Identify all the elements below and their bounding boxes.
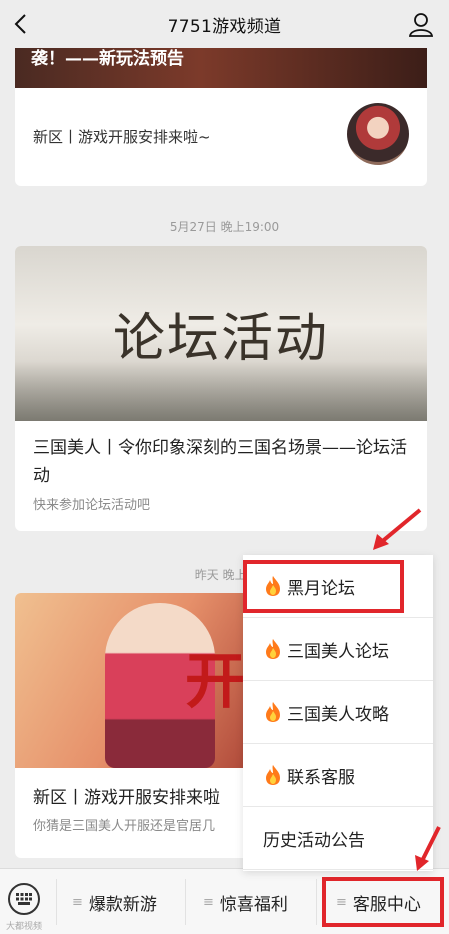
menu-item-sanguo-guide[interactable]: 三国美人攻略 (243, 681, 433, 744)
tab-hot-new-games[interactable]: ≡ 爆款新游 (72, 869, 157, 934)
article-subtitle: 快来参加论坛活动吧 (33, 498, 151, 513)
tab-label: 惊喜福利 (219, 894, 288, 915)
fire-icon (266, 702, 280, 722)
user-profile-icon[interactable] (407, 10, 435, 38)
divider (56, 879, 57, 925)
menu-item-sanguo-forum[interactable]: 三国美人论坛 (243, 618, 433, 681)
submenu-popup: 黑月论坛 三国美人论坛 三国美人攻略 联系客服 历史活动公告 (243, 555, 433, 871)
article-banner-image: 袭！——新玩法预告 (15, 48, 427, 88)
fire-icon (266, 765, 280, 785)
bottom-menu-bar: ≡ 爆款新游 ≡ 惊喜福利 ≡ 客服中心 大都视频 (0, 868, 449, 934)
timestamp: 5月27日 晚上19:00 (169, 220, 280, 234)
menu-item-history-announcements[interactable]: 历史活动公告 (243, 807, 433, 870)
article-title: 新区丨游戏开服安排来啦~ (33, 128, 211, 146)
top-nav-bar: 7751游戏频道 (0, 0, 449, 48)
divider (316, 879, 317, 925)
menu-item-label: 黑月论坛 (287, 578, 355, 599)
article-title: 三国美人丨令你印象深刻的三国名场景——论坛活动 (33, 438, 407, 486)
divider (185, 879, 186, 925)
article-subtitle: 你猜是三国美人开服还是官居几 (33, 819, 216, 834)
banner-text: 袭！——新玩法预告 (31, 49, 184, 69)
menu-item-label: 历史活动公告 (263, 830, 365, 851)
menu-list-icon: ≡ (203, 894, 214, 910)
tab-customer-service[interactable]: ≡ 客服中心 (336, 869, 421, 934)
article-thumbnail (347, 103, 409, 165)
article-card[interactable]: 论坛活动 三国美人丨令你印象深刻的三国名场景——论坛活动 快来参加论坛活动吧 (15, 246, 427, 531)
menu-item-heiyue-forum[interactable]: 黑月论坛 (243, 555, 433, 618)
menu-item-contact-support[interactable]: 联系客服 (243, 744, 433, 807)
tab-label: 爆款新游 (88, 894, 157, 915)
article-row[interactable]: 新区丨游戏开服安排来啦~ (15, 88, 427, 186)
menu-list-icon: ≡ (72, 894, 83, 910)
keyboard-icon (16, 893, 32, 905)
menu-item-label: 三国美人论坛 (287, 641, 389, 662)
fire-icon (266, 576, 280, 596)
tab-label: 客服中心 (352, 894, 421, 915)
watermark: 大都视频 (6, 922, 43, 932)
menu-list-icon: ≡ (336, 894, 347, 910)
keyboard-toggle-button[interactable] (8, 883, 40, 915)
banner-calligraphy: 论坛活动 (112, 309, 329, 369)
back-arrow-icon[interactable] (8, 10, 36, 38)
menu-item-label: 三国美人攻略 (287, 704, 389, 725)
tab-surprise-rewards[interactable]: ≡ 惊喜福利 (203, 869, 288, 934)
article-card[interactable]: 袭！——新玩法预告 新区丨游戏开服安排来啦~ (15, 48, 427, 186)
fire-icon (266, 639, 280, 659)
article-banner-image: 论坛活动 (15, 246, 427, 421)
menu-item-label: 联系客服 (287, 767, 355, 788)
page-title: 7751游戏频道 (167, 16, 282, 37)
